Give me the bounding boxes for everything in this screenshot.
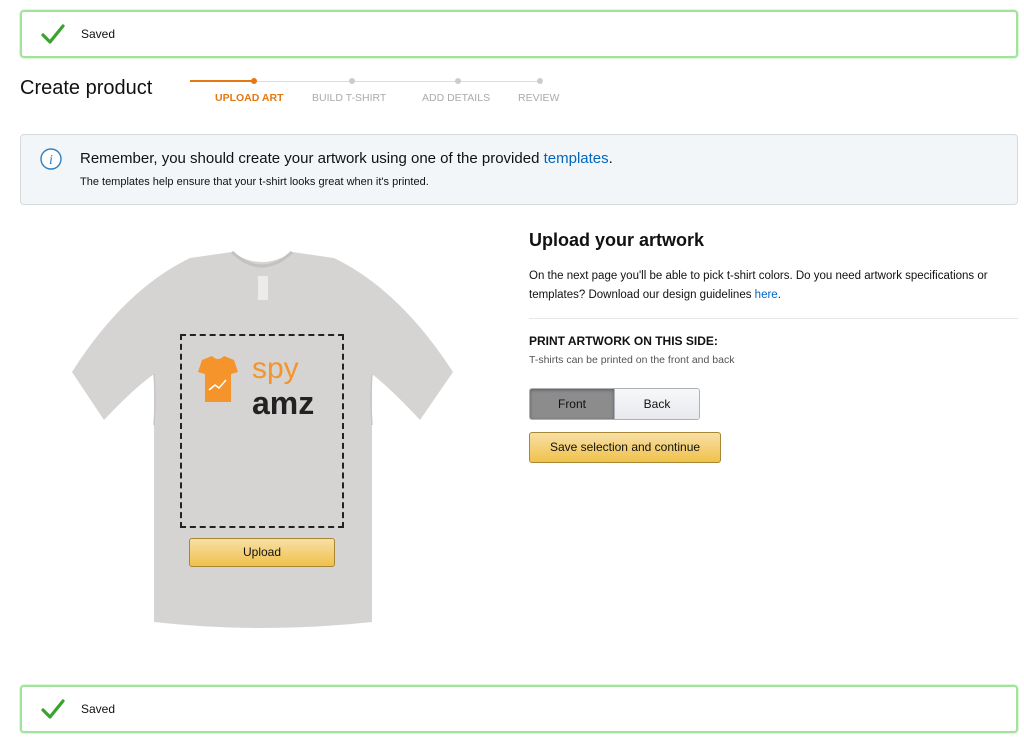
step-dot xyxy=(537,78,543,84)
svg-text:spy: spy xyxy=(252,352,299,385)
info-main-prefix: Remember, you should create your artwork… xyxy=(80,150,544,167)
template-info-box: i Remember, you should create your artwo… xyxy=(20,134,1018,205)
step-dot xyxy=(349,78,355,84)
stepper-track-active xyxy=(190,80,252,82)
templates-link[interactable]: templates xyxy=(544,150,609,167)
print-side-subtext: T-shirts can be printed on the front and… xyxy=(529,354,735,366)
save-continue-button[interactable]: Save selection and continue xyxy=(529,432,721,463)
info-sub-text: The templates help ensure that your t-sh… xyxy=(80,176,429,188)
check-icon xyxy=(41,24,65,44)
svg-text:i: i xyxy=(49,153,53,168)
panel-description: On the next page you'll be able to pick … xyxy=(529,267,999,305)
svg-text:amz: amz xyxy=(252,385,314,421)
saved-alert-bottom: Saved xyxy=(20,685,1018,733)
check-icon xyxy=(41,699,65,719)
guidelines-link[interactable]: here xyxy=(755,289,778,301)
step-label: REVIEW xyxy=(518,92,560,104)
upload-button[interactable]: Upload xyxy=(189,538,335,567)
spyamz-logo: spy amz xyxy=(198,352,314,421)
page-title: Create product xyxy=(20,77,153,99)
step-label: ADD DETAILS xyxy=(422,92,491,104)
step-label: UPLOAD ART xyxy=(215,92,284,104)
saved-text: Saved xyxy=(81,702,116,716)
info-main-text: Remember, you should create your artwork… xyxy=(80,150,613,167)
saved-text: Saved xyxy=(81,27,116,41)
back-button[interactable]: Back xyxy=(614,389,699,419)
panel-desc-suffix: . xyxy=(777,289,781,301)
divider xyxy=(529,318,1018,319)
print-side-heading: PRINT ARTWORK ON THIS SIDE: xyxy=(529,334,718,348)
panel-title: Upload your artwork xyxy=(529,230,705,250)
progress-stepper: UPLOAD ART BUILD T-SHIRT ADD DETAILS REV… xyxy=(190,74,580,114)
front-button[interactable]: Front xyxy=(530,389,614,419)
step-dot xyxy=(251,78,257,84)
step-label: BUILD T-SHIRT xyxy=(312,92,387,104)
saved-alert-top: Saved xyxy=(20,10,1018,58)
step-dot xyxy=(455,78,461,84)
upload-artwork-panel: Upload your artwork On the next page you… xyxy=(529,230,1018,463)
info-icon: i xyxy=(40,148,62,170)
info-main-suffix: . xyxy=(608,150,613,167)
print-side-toggle: Front Back xyxy=(529,388,700,420)
